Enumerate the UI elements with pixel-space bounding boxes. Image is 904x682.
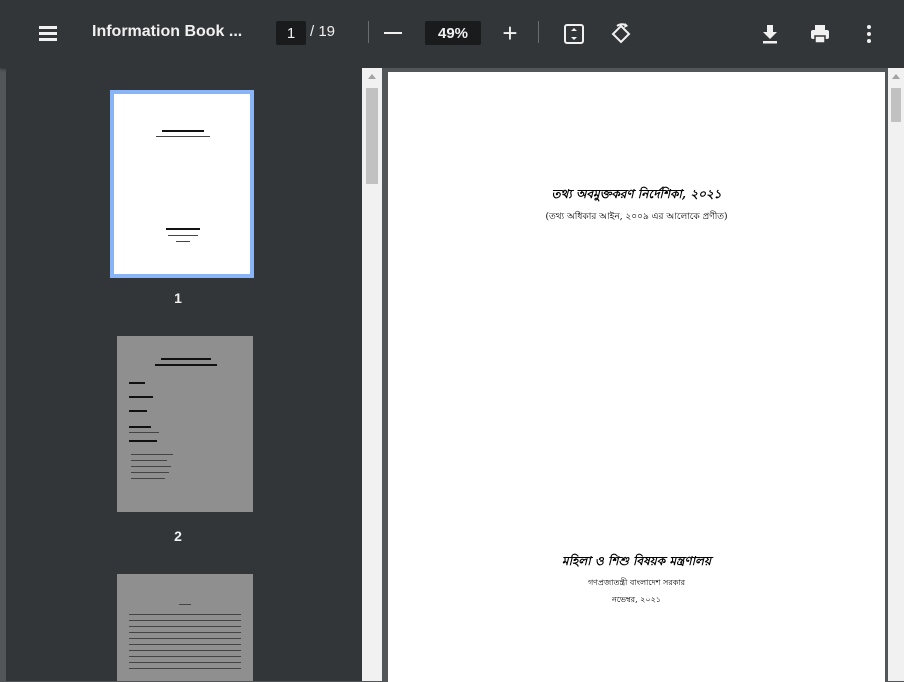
rotate-icon — [611, 23, 631, 44]
fit-to-page-icon — [564, 24, 584, 44]
scroll-up-arrow-icon[interactable] — [892, 74, 900, 79]
document-heading: তথ্য অবমুক্তকরণ নির্দেশিকা, ২০২১ — [551, 187, 722, 201]
zoom-in-button[interactable]: + — [495, 18, 525, 48]
fit-to-page-button[interactable] — [560, 20, 588, 48]
more-vert-icon — [867, 25, 871, 43]
government-name: গণপ্রজাতন্ত্রী বাংলাদেশ সরকার — [587, 578, 686, 587]
download-icon — [763, 25, 777, 44]
scroll-up-arrow-icon[interactable] — [368, 74, 376, 79]
pdf-page-1: তথ্য অবমুক্তকরণ নির্দেশিকা, ২০২১ (তথ্য অ… — [388, 72, 885, 682]
document-viewer: তথ্য অবমুক্তকরণ নির্দেশিকা, ২০২১ (তথ্য অ… — [382, 68, 904, 682]
print-icon — [811, 25, 829, 44]
more-options-button[interactable] — [855, 19, 883, 49]
thumbnail-page-1[interactable] — [110, 90, 254, 278]
thumbnail-label-1: 1 — [174, 290, 182, 306]
scrollbar-thumb[interactable] — [891, 88, 901, 122]
pdf-toolbar: Information Book ... 1 / 19 49% + — [0, 0, 904, 68]
print-button[interactable] — [805, 19, 835, 49]
download-button[interactable] — [756, 19, 784, 49]
thumbnail-page-2[interactable] — [117, 336, 253, 512]
thumbnail-sidebar: 1 2 — [6, 68, 362, 681]
hamburger-menu-icon[interactable] — [36, 20, 62, 46]
thumbnail-label-2: 2 — [174, 528, 182, 544]
zoom-out-button[interactable] — [378, 20, 408, 46]
scrollbar-thumb[interactable] — [366, 88, 378, 184]
sidebar-scrollbar[interactable] — [362, 68, 382, 681]
separator — [368, 21, 369, 43]
separator — [538, 21, 539, 43]
thumbnail-page-3[interactable] — [117, 574, 253, 681]
document-title: Information Book ... — [92, 23, 243, 40]
publication-date: নভেম্বর, ২০২১ — [612, 595, 661, 604]
rotate-button[interactable] — [606, 19, 636, 49]
main-scrollbar[interactable] — [888, 68, 904, 681]
document-subtitle: (তথ্য অধিকার আইন, ২০০৯ এর আলোকে প্রণীত) — [545, 212, 728, 222]
zoom-level-input[interactable]: 49% — [425, 21, 481, 45]
minus-icon — [384, 32, 402, 34]
ministry-name: মহিলা ও শিশু বিষয়ক মন্ত্রণালয় — [561, 554, 712, 568]
page-number-input[interactable]: 1 — [276, 21, 306, 45]
page-total: / 19 — [310, 23, 336, 40]
